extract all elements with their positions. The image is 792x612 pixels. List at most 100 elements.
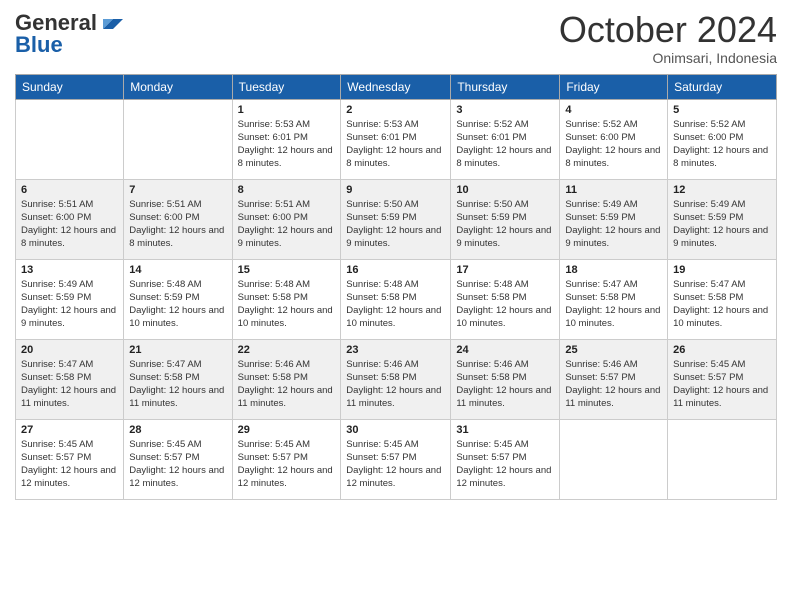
day-number: 18 [565, 264, 662, 276]
day-number: 10 [456, 184, 554, 196]
location: Onimsari, Indonesia [559, 50, 777, 66]
day-number: 5 [673, 104, 771, 116]
day-info: Sunrise: 5:50 AMSunset: 5:59 PMDaylight:… [456, 198, 554, 251]
day-number: 27 [21, 424, 118, 436]
month-title: October 2024 [559, 10, 777, 50]
calendar-cell: 11 Sunrise: 5:49 AMSunset: 5:59 PMDayligh… [560, 179, 668, 259]
day-number: 9 [346, 184, 445, 196]
day-info: Sunrise: 5:46 AMSunset: 5:58 PMDaylight:… [238, 358, 336, 411]
calendar-cell: 1 Sunrise: 5:53 AMSunset: 6:01 PMDaylight… [232, 99, 341, 179]
day-number: 31 [456, 424, 554, 436]
day-number: 28 [129, 424, 226, 436]
day-number: 12 [673, 184, 771, 196]
day-info: Sunrise: 5:47 AMSunset: 5:58 PMDaylight:… [673, 278, 771, 331]
title-block: October 2024 Onimsari, Indonesia [559, 10, 777, 66]
calendar-week-2: 6 Sunrise: 5:51 AMSunset: 6:00 PMDaylight… [16, 179, 777, 259]
day-number: 2 [346, 104, 445, 116]
day-info: Sunrise: 5:49 AMSunset: 5:59 PMDaylight:… [565, 198, 662, 251]
day-info: Sunrise: 5:46 AMSunset: 5:57 PMDaylight:… [565, 358, 662, 411]
calendar-cell: 13 Sunrise: 5:49 AMSunset: 5:59 PMDayligh… [16, 259, 124, 339]
day-number: 25 [565, 344, 662, 356]
day-number: 1 [238, 104, 336, 116]
col-header-monday: Monday [124, 74, 232, 99]
calendar-cell: 10 Sunrise: 5:50 AMSunset: 5:59 PMDayligh… [451, 179, 560, 259]
day-info: Sunrise: 5:45 AMSunset: 5:57 PMDaylight:… [238, 438, 336, 491]
calendar-cell: 2 Sunrise: 5:53 AMSunset: 6:01 PMDaylight… [341, 99, 451, 179]
calendar-cell: 5 Sunrise: 5:52 AMSunset: 6:00 PMDaylight… [668, 99, 777, 179]
day-number: 21 [129, 344, 226, 356]
calendar-cell: 29 Sunrise: 5:45 AMSunset: 5:57 PMDayligh… [232, 419, 341, 499]
day-info: Sunrise: 5:49 AMSunset: 5:59 PMDaylight:… [21, 278, 118, 331]
day-number: 29 [238, 424, 336, 436]
calendar-cell: 20Sunrise: 5:47 AMSunset: 5:58 PMDayligh… [16, 339, 124, 419]
calendar-cell: 28 Sunrise: 5:45 AMSunset: 5:57 PMDayligh… [124, 419, 232, 499]
day-number: 3 [456, 104, 554, 116]
day-info: Sunrise: 5:50 AMSunset: 5:59 PMDaylight:… [346, 198, 445, 251]
day-info: Sunrise: 5:53 AMSunset: 6:01 PMDaylight:… [346, 118, 445, 171]
day-number: 6 [21, 184, 118, 196]
day-number: 16 [346, 264, 445, 276]
day-info: Sunrise: 5:46 AMSunset: 5:58 PMDaylight:… [456, 358, 554, 411]
calendar-cell: 22 Sunrise: 5:46 AMSunset: 5:58 PMDayligh… [232, 339, 341, 419]
day-info: Sunrise: 5:48 AMSunset: 5:58 PMDaylight:… [346, 278, 445, 331]
day-info: Sunrise: 5:47 AMSunset: 5:58 PMDaylight:… [565, 278, 662, 331]
day-info: Sunrise: 5:46 AMSunset: 5:58 PMDaylight:… [346, 358, 445, 411]
logo-icon [99, 11, 123, 35]
calendar-cell: 26Sunrise: 5:45 AMSunset: 5:57 PMDayligh… [668, 339, 777, 419]
day-info: Sunrise: 5:48 AMSunset: 5:58 PMDaylight:… [238, 278, 336, 331]
col-header-friday: Friday [560, 74, 668, 99]
calendar-week-3: 13 Sunrise: 5:49 AMSunset: 5:59 PMDayligh… [16, 259, 777, 339]
calendar-cell: 15 Sunrise: 5:48 AMSunset: 5:58 PMDayligh… [232, 259, 341, 339]
day-number: 22 [238, 344, 336, 356]
col-header-wednesday: Wednesday [341, 74, 451, 99]
calendar-cell: 27Sunrise: 5:45 AMSunset: 5:57 PMDayligh… [16, 419, 124, 499]
day-number: 14 [129, 264, 226, 276]
calendar-cell: 6 Sunrise: 5:51 AMSunset: 6:00 PMDaylight… [16, 179, 124, 259]
header: General Blue October 2024 Onimsari, Indo… [15, 10, 777, 66]
calendar-cell: 30Sunrise: 5:45 AMSunset: 5:57 PMDayligh… [341, 419, 451, 499]
col-header-tuesday: Tuesday [232, 74, 341, 99]
day-info: Sunrise: 5:53 AMSunset: 6:01 PMDaylight:… [238, 118, 336, 171]
calendar-cell: 3 Sunrise: 5:52 AMSunset: 6:01 PMDaylight… [451, 99, 560, 179]
day-info: Sunrise: 5:52 AMSunset: 6:00 PMDaylight:… [565, 118, 662, 171]
calendar-cell [560, 419, 668, 499]
calendar-cell: 14 Sunrise: 5:48 AMSunset: 5:59 PMDayligh… [124, 259, 232, 339]
day-number: 8 [238, 184, 336, 196]
day-info: Sunrise: 5:49 AMSunset: 5:59 PMDaylight:… [673, 198, 771, 251]
day-number: 24 [456, 344, 554, 356]
day-info: Sunrise: 5:45 AMSunset: 5:57 PMDaylight:… [129, 438, 226, 491]
day-info: Sunrise: 5:51 AMSunset: 6:00 PMDaylight:… [21, 198, 118, 251]
day-number: 20 [21, 344, 118, 356]
day-number: 13 [21, 264, 118, 276]
day-number: 7 [129, 184, 226, 196]
day-info: Sunrise: 5:52 AMSunset: 6:01 PMDaylight:… [456, 118, 554, 171]
calendar-cell: 4Sunrise: 5:52 AMSunset: 6:00 PMDaylight… [560, 99, 668, 179]
day-info: Sunrise: 5:52 AMSunset: 6:00 PMDaylight:… [673, 118, 771, 171]
calendar-week-4: 20 Sunrise: 5:47 AMSunset: 5:58 PMDayligh… [16, 339, 777, 419]
day-number: 15 [238, 264, 336, 276]
calendar-cell: 23Sunrise: 5:46 AMSunset: 5:58 PMDayligh… [341, 339, 451, 419]
day-number: 17 [456, 264, 554, 276]
day-info: Sunrise: 5:48 AMSunset: 5:58 PMDaylight:… [456, 278, 554, 331]
calendar-cell: 17 Sunrise: 5:48 AMSunset: 5:58 PMDayligh… [451, 259, 560, 339]
calendar-week-1: 1 Sunrise: 5:53 AMSunset: 6:01 PMDaylight… [16, 99, 777, 179]
col-header-sunday: Sunday [16, 74, 124, 99]
calendar-cell: 25 Sunrise: 5:46 AMSunset: 5:57 PMDayligh… [560, 339, 668, 419]
col-header-saturday: Saturday [668, 74, 777, 99]
page: General Blue October 2024 Onimsari, Indo… [0, 0, 792, 612]
day-number: 26 [673, 344, 771, 356]
calendar-header-row: SundayMondayTuesdayWednesdayThursdayFrid… [16, 74, 777, 99]
col-header-thursday: Thursday [451, 74, 560, 99]
logo-blue-text: Blue [15, 32, 63, 58]
day-number: 11 [565, 184, 662, 196]
logo: General Blue [15, 10, 123, 58]
day-number: 19 [673, 264, 771, 276]
day-info: Sunrise: 5:51 AMSunset: 6:00 PMDaylight:… [238, 198, 336, 251]
calendar-cell: 18 Sunrise: 5:47 AMSunset: 5:58 PMDayligh… [560, 259, 668, 339]
calendar-table: SundayMondayTuesdayWednesdayThursdayFrid… [15, 74, 777, 500]
day-info: Sunrise: 5:45 AMSunset: 5:57 PMDaylight:… [346, 438, 445, 491]
calendar-cell: 31Sunrise: 5:45 AMSunset: 5:57 PMDayligh… [451, 419, 560, 499]
day-info: Sunrise: 5:48 AMSunset: 5:59 PMDaylight:… [129, 278, 226, 331]
calendar-cell: 21 Sunrise: 5:47 AMSunset: 5:58 PMDayligh… [124, 339, 232, 419]
day-info: Sunrise: 5:47 AMSunset: 5:58 PMDaylight:… [129, 358, 226, 411]
